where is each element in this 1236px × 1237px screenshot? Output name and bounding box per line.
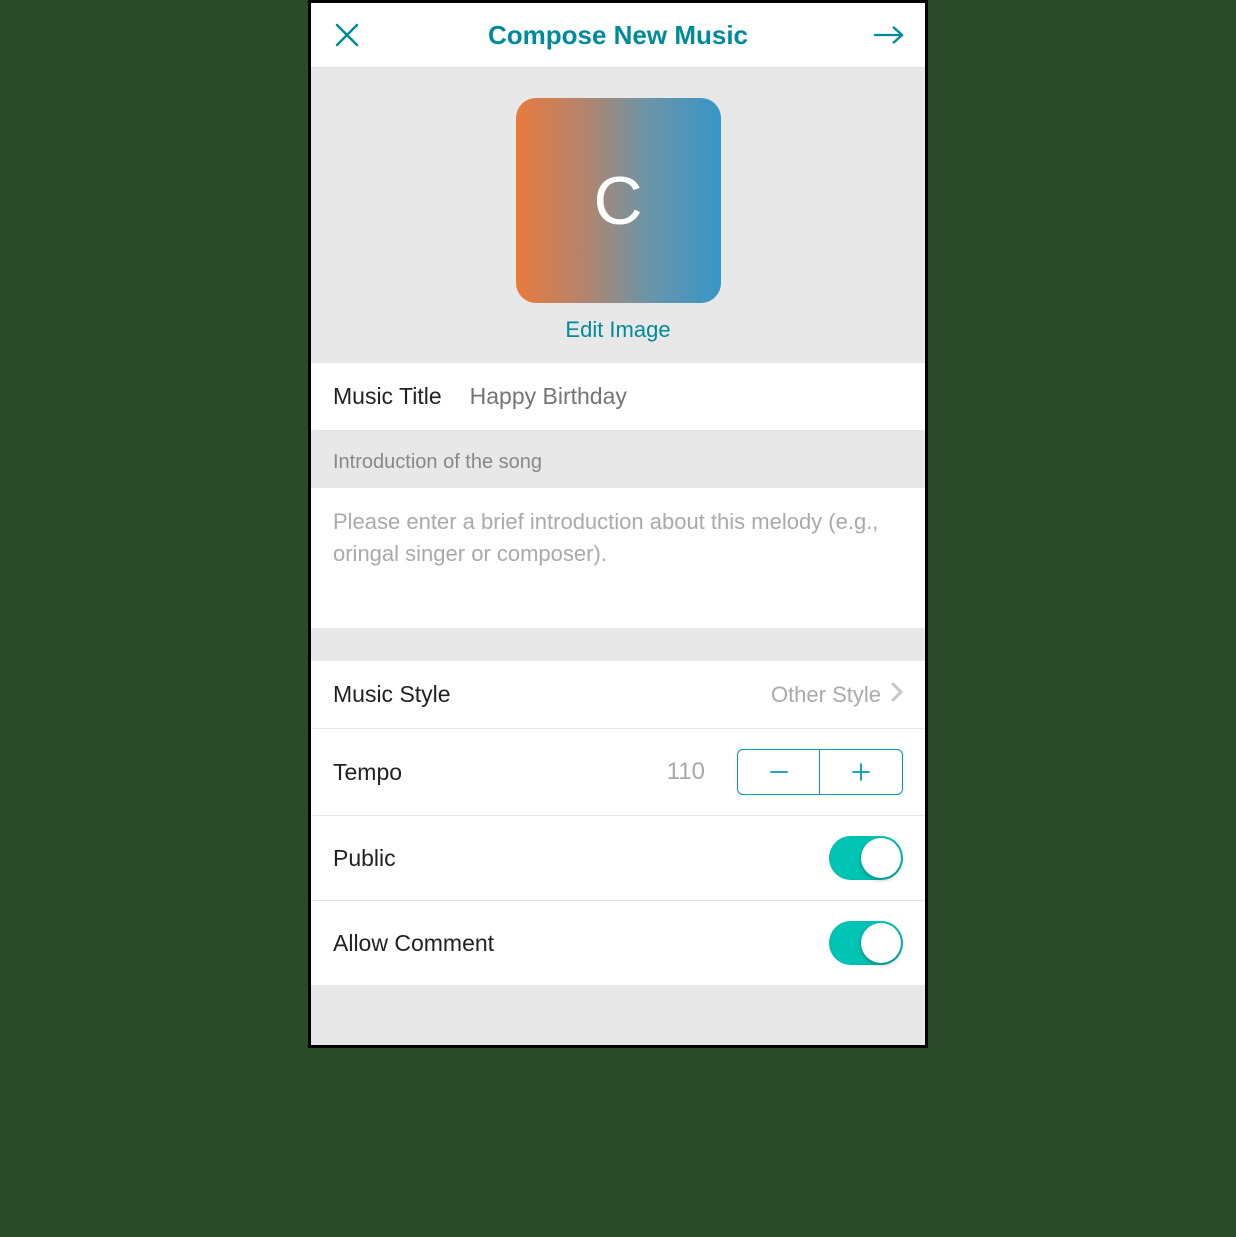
spacer (311, 633, 925, 661)
image-section: C Edit Image (311, 68, 925, 363)
album-initial: C (593, 162, 642, 240)
chevron-right-icon (891, 682, 903, 707)
tempo-stepper (737, 749, 903, 795)
music-title-row: Music Title (311, 363, 925, 431)
app-screen: Compose New Music C Edit Image Music Tit… (308, 0, 928, 1048)
page-title: Compose New Music (363, 20, 873, 51)
settings-group: Music Style Other Style Tempo 110 Publi (311, 661, 925, 985)
switch-knob (861, 923, 901, 963)
switch-knob (861, 838, 901, 878)
header-bar: Compose New Music (311, 3, 925, 68)
tempo-value: 110 (667, 758, 705, 786)
music-style-value: Other Style (771, 682, 881, 708)
tempo-increase-button[interactable] (820, 750, 902, 794)
allow-comment-toggle[interactable] (829, 921, 903, 965)
music-style-row[interactable]: Music Style Other Style (311, 661, 925, 729)
tempo-decrease-button[interactable] (738, 750, 820, 794)
bottom-spacer (311, 985, 925, 1045)
music-title-label: Music Title (333, 383, 442, 410)
close-icon[interactable] (331, 19, 363, 51)
public-label: Public (333, 845, 396, 872)
public-toggle[interactable] (829, 836, 903, 880)
music-title-input[interactable] (470, 383, 903, 410)
music-style-label: Music Style (333, 681, 451, 708)
tempo-row: Tempo 110 (311, 729, 925, 816)
edit-image-button[interactable]: Edit Image (565, 317, 670, 343)
allow-comment-row: Allow Comment (311, 901, 925, 985)
tempo-label: Tempo (333, 759, 402, 786)
public-row: Public (311, 816, 925, 901)
introduction-header: Introduction of the song (311, 431, 925, 488)
next-arrow-icon[interactable] (873, 19, 905, 51)
album-art[interactable]: C (516, 98, 721, 303)
allow-comment-label: Allow Comment (333, 930, 494, 957)
introduction-textarea[interactable] (311, 488, 925, 628)
